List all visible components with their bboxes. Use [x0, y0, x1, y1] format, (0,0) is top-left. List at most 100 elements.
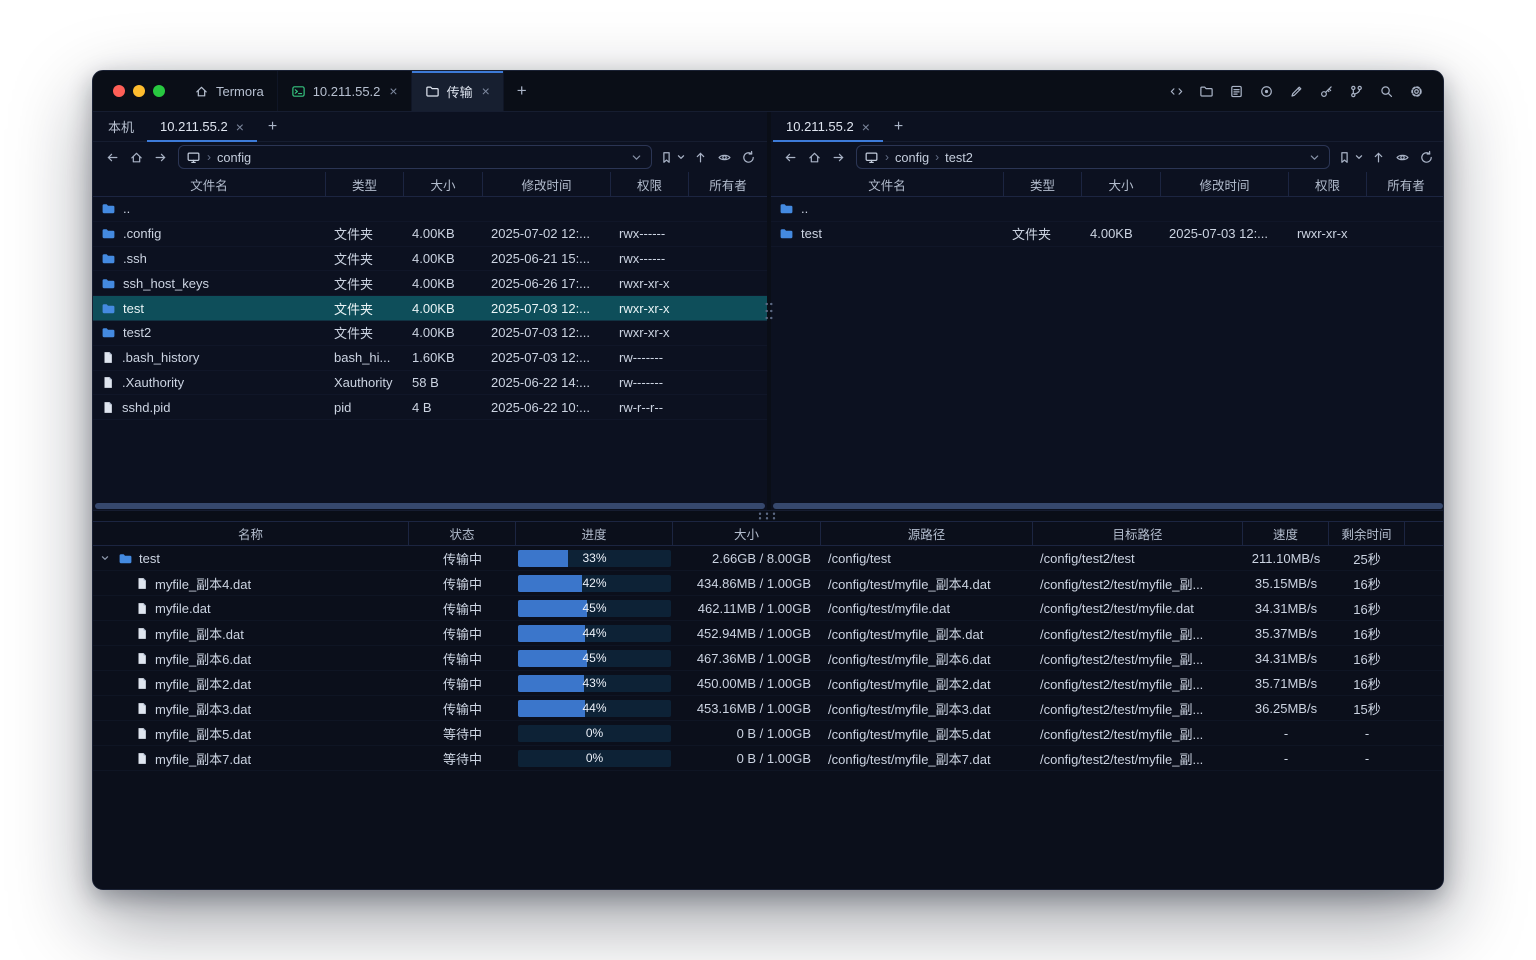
- close-tab-button[interactable]: ×: [389, 84, 397, 98]
- column-header-5[interactable]: 所有者: [1367, 172, 1444, 196]
- file-row[interactable]: ssh_host_keys文件夹4.00KB2025-06-26 17:...r…: [93, 271, 767, 296]
- file-row[interactable]: .bash_historybash_hi...1.60KB2025-07-03 …: [93, 346, 767, 371]
- close-window-button[interactable]: [113, 85, 125, 97]
- close-tab-button[interactable]: ×: [482, 84, 490, 98]
- branch-button[interactable]: [1345, 80, 1368, 103]
- transfer-column-header-4[interactable]: 源路径: [821, 522, 1033, 545]
- new-panel-tab-button[interactable]: +: [257, 112, 288, 141]
- column-header-2[interactable]: 大小: [1082, 172, 1161, 196]
- path-breadcrumb[interactable]: ›config: [178, 145, 652, 169]
- forward-button[interactable]: [827, 146, 849, 168]
- column-header-3[interactable]: 修改时间: [1161, 172, 1289, 196]
- file-row[interactable]: .ssh文件夹4.00KB2025-06-21 15:...rwx------: [93, 247, 767, 272]
- cell-remaining-time: -: [1329, 751, 1405, 766]
- transfer-row[interactable]: myfile_副本5.dat等待中0%0 B / 1.00GB/config/t…: [93, 721, 1443, 746]
- scrollbar-thumb[interactable]: [773, 503, 1443, 509]
- home-button[interactable]: [125, 146, 147, 168]
- cell-target-path: /config/test2/test/myfile.dat: [1033, 601, 1243, 616]
- column-header-4[interactable]: 权限: [611, 172, 689, 196]
- transfer-row[interactable]: myfile_副本3.dat传输中44%453.16MB / 1.00GB/co…: [93, 696, 1443, 721]
- progress-label: 0%: [518, 750, 671, 767]
- path-breadcrumb[interactable]: ›config›test2: [856, 145, 1330, 169]
- transfer-column-header-2[interactable]: 进度: [516, 522, 673, 545]
- back-button[interactable]: [101, 146, 123, 168]
- breadcrumb-segment[interactable]: config: [895, 150, 929, 165]
- refresh-button[interactable]: [1415, 146, 1437, 168]
- transfer-column-header-7[interactable]: 剩余时间: [1329, 522, 1405, 545]
- main-tab-1[interactable]: 10.211.55.2×: [278, 71, 412, 111]
- column-header-3[interactable]: 修改时间: [483, 172, 611, 196]
- parent-directory-button[interactable]: [689, 146, 711, 168]
- new-panel-tab-button[interactable]: +: [883, 112, 914, 141]
- log-button[interactable]: [1225, 80, 1248, 103]
- breadcrumb-segment[interactable]: test2: [945, 150, 973, 165]
- transfer-row[interactable]: myfile_副本7.dat等待中0%0 B / 1.00GB/config/t…: [93, 746, 1443, 771]
- home-button[interactable]: [803, 146, 825, 168]
- minimize-window-button[interactable]: [133, 85, 145, 97]
- main-tab-0[interactable]: Termora: [181, 71, 278, 111]
- new-main-tab-button[interactable]: +: [504, 71, 540, 111]
- transfer-row[interactable]: myfile_副本6.dat传输中45%467.36MB / 1.00GB/co…: [93, 646, 1443, 671]
- file-row[interactable]: .config文件夹4.00KB2025-07-02 12:...rwx----…: [93, 222, 767, 247]
- cell-size: 450.00MB / 1.00GB: [673, 676, 821, 691]
- folder-button[interactable]: [1195, 80, 1218, 103]
- cell-size: 452.94MB / 1.00GB: [673, 626, 821, 641]
- column-header-0[interactable]: 文件名: [93, 172, 326, 196]
- file-row[interactable]: test2文件夹4.00KB2025-07-03 12:...rwxr-xr-x: [93, 321, 767, 346]
- settings-button[interactable]: [1405, 80, 1428, 103]
- file-row[interactable]: .XauthorityXauthority58 B2025-06-22 14:.…: [93, 371, 767, 396]
- file-row[interactable]: ..: [93, 197, 767, 222]
- transfer-column-header-6[interactable]: 速度: [1243, 522, 1329, 545]
- column-header-2[interactable]: 大小: [404, 172, 483, 196]
- panel-tab-0[interactable]: 本机: [95, 112, 147, 141]
- cell-size: 4.00KB: [404, 301, 483, 316]
- main-tab-2[interactable]: 传输×: [412, 71, 504, 111]
- chevron-down-icon[interactable]: [1307, 150, 1322, 165]
- search-button[interactable]: [1375, 80, 1398, 103]
- splitter-grip-icon[interactable]: [757, 512, 780, 521]
- horizontal-scrollbar[interactable]: [95, 503, 765, 509]
- column-header-0[interactable]: 文件名: [771, 172, 1004, 196]
- zoom-window-button[interactable]: [153, 85, 165, 97]
- column-header-4[interactable]: 权限: [1289, 172, 1367, 196]
- file-row[interactable]: test文件夹4.00KB2025-07-03 12:...rwxr-xr-x: [93, 296, 767, 321]
- chevron-down-icon[interactable]: [629, 150, 644, 165]
- panel-tab-1[interactable]: 10.211.55.2×: [147, 112, 257, 141]
- transfer-column-header-3[interactable]: 大小: [673, 522, 821, 545]
- transfer-column-header-0[interactable]: 名称: [93, 522, 409, 545]
- transfer-row[interactable]: test传输中33%2.66GB / 8.00GB/config/test/co…: [93, 546, 1443, 571]
- code-button[interactable]: [1165, 80, 1188, 103]
- scrollbar-thumb[interactable]: [95, 503, 765, 509]
- close-panel-tab-button[interactable]: ×: [862, 120, 870, 134]
- bookmark-button[interactable]: [1337, 146, 1365, 168]
- forward-button[interactable]: [149, 146, 171, 168]
- back-button[interactable]: [779, 146, 801, 168]
- refresh-button[interactable]: [737, 146, 759, 168]
- breadcrumb-segment[interactable]: config: [217, 150, 251, 165]
- splitter-grip-icon[interactable]: [765, 301, 774, 324]
- record-button[interactable]: [1255, 80, 1278, 103]
- transfer-row[interactable]: myfile_副本2.dat传输中43%450.00MB / 1.00GB/co…: [93, 671, 1443, 696]
- transfer-column-header-5[interactable]: 目标路径: [1033, 522, 1243, 545]
- horizontal-scrollbar[interactable]: [773, 503, 1443, 509]
- column-header-5[interactable]: 所有者: [689, 172, 767, 196]
- chevron-down-icon[interactable]: [99, 552, 112, 564]
- transfer-row[interactable]: myfile_副本4.dat传输中42%434.86MB / 1.00GB/co…: [93, 571, 1443, 596]
- file-row[interactable]: test文件夹4.00KB2025-07-03 12:...rwxr-xr-x: [771, 222, 1444, 247]
- transfer-column-header-1[interactable]: 状态: [409, 522, 516, 545]
- horizontal-splitter[interactable]: [93, 510, 1443, 522]
- bookmark-button[interactable]: [659, 146, 687, 168]
- column-header-1[interactable]: 类型: [1004, 172, 1082, 196]
- file-row[interactable]: ..: [771, 197, 1444, 222]
- transfer-row[interactable]: myfile.dat传输中45%462.11MB / 1.00GB/config…: [93, 596, 1443, 621]
- transfer-row[interactable]: myfile_副本.dat传输中44%452.94MB / 1.00GB/con…: [93, 621, 1443, 646]
- key-button[interactable]: [1315, 80, 1338, 103]
- close-panel-tab-button[interactable]: ×: [236, 120, 244, 134]
- panel-tab-0[interactable]: 10.211.55.2×: [773, 112, 883, 141]
- show-hidden-button[interactable]: [713, 146, 735, 168]
- parent-directory-button[interactable]: [1367, 146, 1389, 168]
- file-row[interactable]: sshd.pidpid4 B2025-06-22 10:...rw-r--r--: [93, 395, 767, 420]
- show-hidden-button[interactable]: [1391, 146, 1413, 168]
- column-header-1[interactable]: 类型: [326, 172, 404, 196]
- edit-button[interactable]: [1285, 80, 1308, 103]
